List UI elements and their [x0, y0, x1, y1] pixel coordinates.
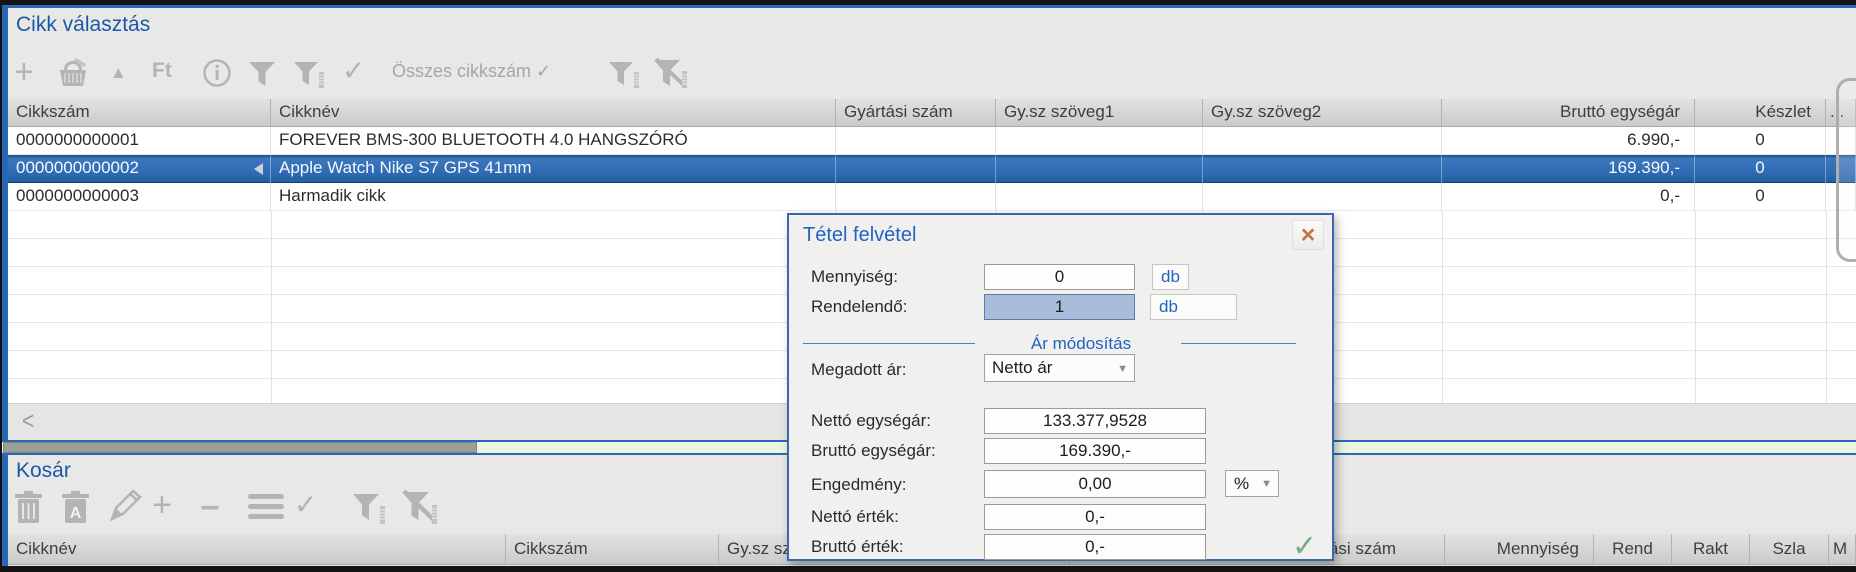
column-header-gysz-szoveg2[interactable]: Gy.sz szöveg2: [1203, 99, 1442, 127]
engedmeny-unit-select[interactable]: % ▼: [1225, 470, 1279, 497]
engedmeny-input[interactable]: 0,00: [984, 470, 1206, 498]
cell-gysz-szoveg2[interactable]: [1203, 127, 1442, 155]
cell-gyartasi-szam[interactable]: [836, 183, 996, 211]
megadott-ar-select[interactable]: Netto ár ▼: [984, 354, 1135, 382]
remove-icon[interactable]: −: [200, 498, 220, 518]
total-items-label: Összes cikkszám ✓: [392, 61, 551, 82]
table-row[interactable]: 0000000000001 FOREVER BMS-300 BLUETOOTH …: [8, 127, 1856, 155]
delete-all-icon[interactable]: A: [60, 489, 91, 525]
rendelendo-label: Rendelendő:: [811, 297, 907, 317]
column-header-cikknev[interactable]: Cikknév: [271, 99, 836, 127]
cell-cikknev[interactable]: FOREVER BMS-300 BLUETOOTH 4.0 HANGSZÓRÓ: [271, 127, 836, 155]
table-row[interactable]: 0000000000003 Harmadik cikk 0,- 0: [8, 183, 1856, 211]
netto-egysegar-input[interactable]: 133.377,9528: [984, 408, 1206, 434]
close-icon[interactable]: ×: [1292, 220, 1324, 250]
engedmeny-label: Engedmény:: [811, 475, 906, 495]
edit-pencil-icon[interactable]: [104, 489, 144, 525]
apply-icon[interactable]: ✓: [342, 57, 365, 85]
column-header-rakt[interactable]: Rakt: [1672, 534, 1750, 565]
mennyiseg-label: Mennyiség:: [811, 267, 898, 287]
cell-cikknev[interactable]: Apple Watch Nike S7 GPS 41mm: [271, 155, 836, 183]
cell-keszlet[interactable]: 0: [1695, 127, 1826, 155]
mennyiseg-input[interactable]: 0: [984, 264, 1135, 290]
article-panel-title: Cikk választás: [16, 13, 150, 37]
column-header-m[interactable]: M: [1829, 534, 1856, 565]
cell-gyartasi-szam[interactable]: [836, 155, 996, 183]
filter-icon[interactable]: [248, 60, 276, 88]
forint-price-icon[interactable]: Ft: [152, 60, 172, 82]
cell-gysz-szoveg1[interactable]: [996, 183, 1203, 211]
chevron-down-icon: ▼: [1117, 356, 1128, 382]
scroll-left-icon[interactable]: <: [22, 408, 34, 437]
cell-cikkszam[interactable]: 0000000000003: [8, 183, 271, 211]
divider: [803, 343, 975, 344]
list-menu-icon[interactable]: [248, 494, 284, 520]
ar-modositas-section-title: Ár módosítás: [986, 334, 1176, 354]
dialog-title: Tétel felvétel: [803, 224, 916, 247]
brutto-egysegar-label: Bruttó egységár:: [811, 441, 936, 461]
cell-gysz-szoveg1[interactable]: [996, 155, 1203, 183]
column-header-brutto-egysegar[interactable]: Bruttó egységár: [1442, 99, 1695, 127]
cell-keszlet[interactable]: 0: [1695, 155, 1826, 183]
netto-ertek-input[interactable]: 0,-: [984, 504, 1206, 530]
info-icon[interactable]: [202, 58, 232, 88]
horizontal-scrollbar-thumb[interactable]: [3, 442, 477, 453]
brutto-egysegar-input[interactable]: 169.390,-: [984, 438, 1206, 464]
column-header-gyartasi-szam[interactable]: Gyártási szám: [836, 99, 996, 127]
window-bottom-bar: [0, 566, 1856, 572]
cell-brutto-egysegar[interactable]: 0,-: [1442, 183, 1695, 211]
window-top-accent: [0, 5, 1856, 8]
delete-icon[interactable]: [13, 489, 44, 525]
column-header-gysz-szoveg1[interactable]: Gy.sz szöveg1: [996, 99, 1203, 127]
filter-ruler-icon[interactable]: [352, 492, 390, 526]
cell-gysz-szoveg2[interactable]: [1203, 155, 1442, 183]
article-grid-header: Cikkszám Cikknév Gyártási szám Gy.sz szö…: [8, 99, 1856, 127]
filter-ruler-icon[interactable]: [608, 60, 646, 90]
cell-cikkszam[interactable]: 0000000000002: [8, 155, 271, 183]
svg-text:A: A: [70, 505, 82, 522]
confirm-check-icon[interactable]: ✓: [1292, 529, 1317, 564]
vertical-scrollbar[interactable]: [1836, 78, 1856, 262]
mennyiseg-unit-button[interactable]: db: [1152, 264, 1189, 290]
cart-panel-title: Kosár: [16, 459, 71, 483]
cell-gysz-szoveg2[interactable]: [1203, 183, 1442, 211]
cell-keszlet[interactable]: 0: [1695, 183, 1826, 211]
megadott-ar-value: Netto ár: [992, 358, 1052, 377]
rendelendo-unit-button[interactable]: db: [1150, 294, 1237, 320]
table-row-selected[interactable]: 0000000000002 Apple Watch Nike S7 GPS 41…: [8, 155, 1856, 183]
column-header-cikknev[interactable]: Cikknév: [8, 534, 506, 565]
cell-cikknev[interactable]: Harmadik cikk: [271, 183, 836, 211]
sort-up-icon[interactable]: ▲: [110, 64, 127, 81]
row-marker-icon: [254, 163, 263, 175]
megadott-ar-label: Megadott ár:: [811, 360, 906, 380]
basket-edit-icon[interactable]: [56, 56, 94, 90]
column-header-cikkszam[interactable]: Cikkszám: [8, 99, 271, 127]
chevron-down-icon: ▼: [1261, 471, 1272, 497]
cell-brutto-egysegar[interactable]: 169.390,-: [1442, 155, 1695, 183]
cell-cikkszam[interactable]: 0000000000001: [8, 127, 271, 155]
brutto-ertek-label: Bruttó érték:: [811, 537, 904, 557]
confirm-icon[interactable]: ✓: [294, 491, 317, 519]
column-header-keszlet[interactable]: Készlet: [1695, 99, 1826, 127]
netto-egysegar-label: Nettó egységár:: [811, 411, 931, 431]
cell-brutto-egysegar[interactable]: 6.990,-: [1442, 127, 1695, 155]
cell-gyartasi-szam[interactable]: [836, 127, 996, 155]
filter-clear-icon[interactable]: [400, 490, 442, 526]
filter-clear-icon[interactable]: [652, 58, 692, 90]
column-header-mennyiseg[interactable]: Mennyiség: [1445, 534, 1594, 565]
rendelendo-input[interactable]: 1: [984, 294, 1135, 320]
app-window: Cikk választás + ▲ Ft ✓ Összes cikkszám …: [0, 0, 1856, 572]
brutto-ertek-input[interactable]: 0,-: [984, 534, 1206, 560]
column-header-cikkszam[interactable]: Cikkszám: [506, 534, 719, 565]
column-header-szla[interactable]: Szla: [1750, 534, 1829, 565]
filter-ruler-icon[interactable]: [293, 60, 331, 90]
add-icon[interactable]: +: [152, 488, 172, 522]
engedmeny-unit-value: %: [1234, 474, 1249, 493]
add-item-icon[interactable]: +: [14, 55, 34, 89]
divider: [1181, 343, 1296, 344]
netto-ertek-label: Nettó érték:: [811, 507, 899, 527]
dialog-tetel-felvetel: Tétel felvétel × Mennyiség: 0 db Rendele…: [787, 213, 1334, 561]
column-header-rend[interactable]: Rend: [1594, 534, 1672, 565]
cell-gysz-szoveg1[interactable]: [996, 127, 1203, 155]
